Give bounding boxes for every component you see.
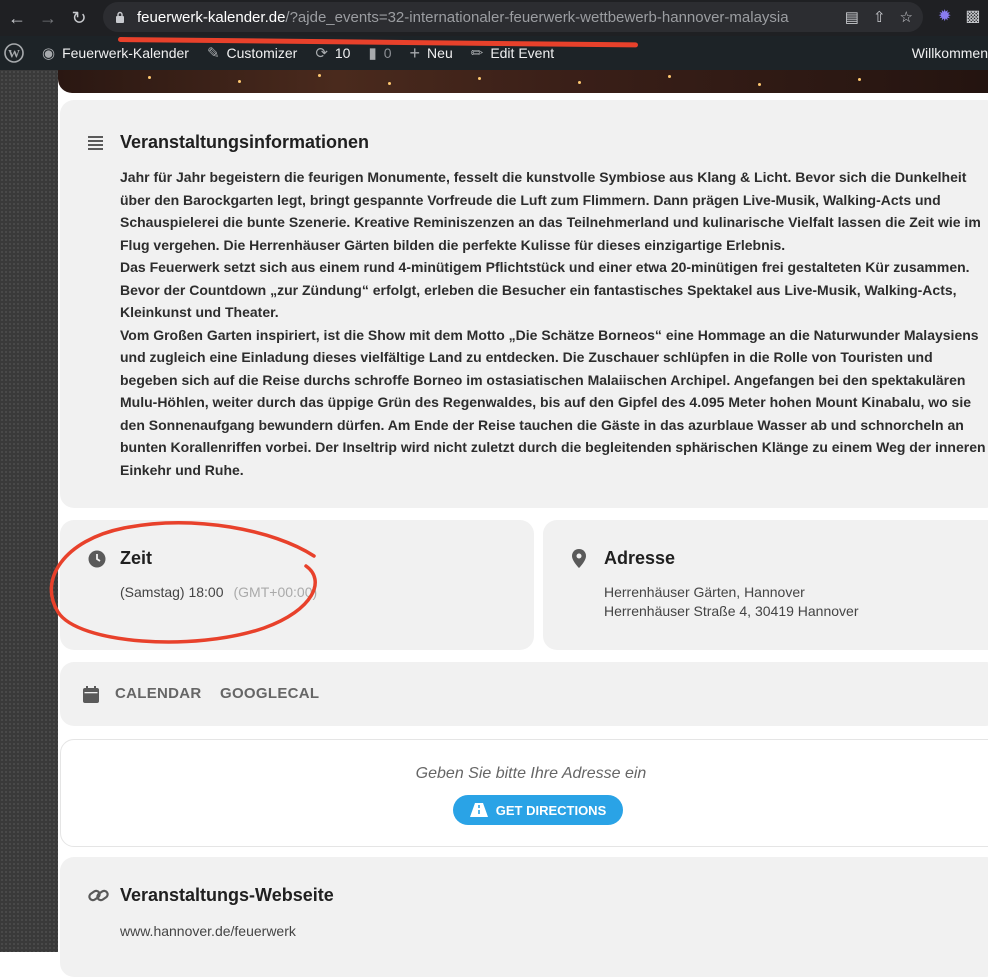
site-name-label: Feuerwerk-Kalender xyxy=(62,45,189,61)
edit-event-label: Edit Event xyxy=(490,45,555,61)
reload-icon[interactable]: ↻ xyxy=(66,5,92,31)
dashboard-icon: ◉ xyxy=(42,45,56,62)
url-text: feuerwerk-kalender.de/?ajde_events=32-in… xyxy=(137,9,789,26)
link-chain-icon xyxy=(88,889,109,902)
directions-address-prompt[interactable]: Geben Sie bitte Ihre Adresse ein xyxy=(60,765,988,783)
website-title: Veranstaltungs-Webseite xyxy=(120,885,334,905)
wordpress-logo-icon[interactable]: W xyxy=(4,43,24,63)
calendar-ics-link[interactable]: CALENDAR xyxy=(115,685,202,702)
description-paragraph: Jahr für Jahr begeistern die feurigen Mo… xyxy=(120,169,981,253)
address-line-2: Herrenhäuser Straße 4, 30419 Hannover xyxy=(604,603,859,619)
plus-icon: + xyxy=(409,42,421,63)
calendar-icon xyxy=(83,686,99,703)
clock-icon xyxy=(88,550,106,568)
brush-icon: ✎ xyxy=(206,45,220,62)
customizer-link[interactable]: ✎ Customizer xyxy=(207,44,297,62)
comment-icon: ▮ xyxy=(368,45,377,62)
details-title: Veranstaltungsinformationen xyxy=(120,132,370,152)
time-value-row: (Samstag) 18:00 (GMT+00:00) xyxy=(120,583,317,602)
customizer-label: Customizer xyxy=(226,45,298,61)
edit-event-link[interactable]: ✏ Edit Event xyxy=(471,44,554,62)
site-name-link[interactable]: ◉ Feuerwerk-Kalender xyxy=(42,44,189,62)
address-bar[interactable]: feuerwerk-kalender.de/?ajde_events=32-in… xyxy=(103,2,923,32)
time-title: Zeit xyxy=(120,548,153,568)
google-calendar-link[interactable]: GOOGLECAL xyxy=(220,685,319,702)
description-paragraph: Vom Großen Garten inspiriert, ist die Sh… xyxy=(120,326,986,478)
lock-icon xyxy=(116,11,124,23)
map-pin-icon xyxy=(572,549,586,568)
extension-gear-icon[interactable]: ✹ xyxy=(938,6,951,26)
url-path: /?ajde_events=32-internationaler-feuerwe… xyxy=(285,8,789,26)
event-website-card xyxy=(60,857,988,977)
bookmark-star-icon[interactable]: ☆ xyxy=(900,8,913,26)
forward-icon[interactable]: → xyxy=(35,5,61,31)
event-description: Jahr für Jahr begeistern die feurigen Mo… xyxy=(120,166,988,481)
updates-link[interactable]: ⟳ 10 xyxy=(315,44,350,62)
updates-count: 10 xyxy=(334,45,351,61)
new-content-link[interactable]: + Neu xyxy=(410,43,453,64)
address-title: Adresse xyxy=(604,548,676,568)
get-directions-label: GET DIRECTIONS xyxy=(495,802,607,818)
details-lines-icon xyxy=(88,136,103,150)
description-paragraph: Das Feuerwerk setzt sich aus einem rund … xyxy=(120,259,970,320)
url-host: feuerwerk-kalender.de xyxy=(137,8,286,26)
event-hero-image xyxy=(58,70,988,93)
get-directions-button[interactable]: GET DIRECTIONS xyxy=(453,795,623,825)
pencil-icon: ✏ xyxy=(470,45,484,62)
road-icon xyxy=(469,803,488,817)
address-line-1: Herrenhäuser Gärten, Hannover xyxy=(604,584,805,600)
time-value: (Samstag) 18:00 xyxy=(120,584,224,600)
share-icon[interactable]: ⇧ xyxy=(873,8,886,26)
page-background-pattern xyxy=(0,70,58,952)
new-label: Neu xyxy=(427,45,453,61)
directions-card xyxy=(60,739,988,847)
address-lines: Herrenhäuser Gärten, Hannover Herrenhäus… xyxy=(604,583,858,621)
updates-icon: ⟳ xyxy=(315,45,328,62)
translate-icon[interactable]: ▤ xyxy=(845,8,859,26)
comments-count: 0 xyxy=(383,45,392,61)
event-website-link[interactable]: www.hannover.de/feuerwerk xyxy=(120,922,296,941)
comments-link[interactable]: ▮ 0 xyxy=(368,44,391,62)
extensions-puzzle-icon[interactable]: ▩ xyxy=(965,6,980,26)
welcome-user-link[interactable]: Willkommen xyxy=(912,45,988,61)
svg-text:W: W xyxy=(8,47,20,61)
timezone-label: (GMT+00:00) xyxy=(233,584,318,600)
back-icon[interactable]: ← xyxy=(4,5,30,31)
